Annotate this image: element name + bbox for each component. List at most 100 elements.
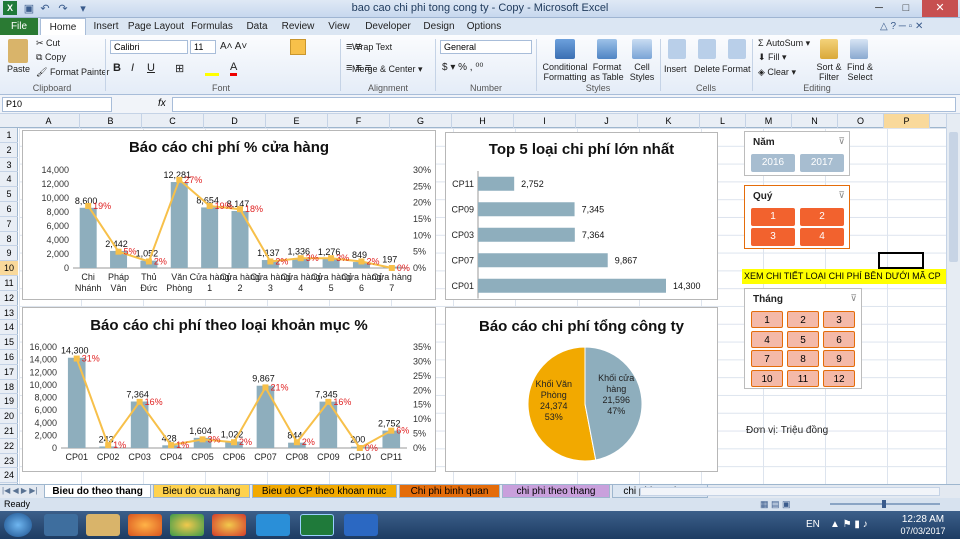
- tab-view[interactable]: View: [320, 18, 358, 35]
- zoom-thumb[interactable]: [882, 500, 886, 508]
- row-header[interactable]: 23: [0, 454, 18, 469]
- font-size-select[interactable]: 11: [190, 40, 216, 54]
- delete-cells-icon[interactable]: [698, 39, 716, 59]
- row-header[interactable]: 4: [0, 172, 18, 188]
- row-header[interactable]: 16: [0, 350, 18, 365]
- row-header[interactable]: 5: [0, 187, 18, 202]
- binoculars-icon[interactable]: [850, 39, 868, 59]
- close-button[interactable]: ✕: [922, 0, 958, 17]
- currency-icon[interactable]: $ ▾ % , ⁰⁰: [442, 62, 483, 73]
- row-header[interactable]: 18: [0, 380, 18, 395]
- cut-button[interactable]: ✂ Cut: [36, 38, 60, 49]
- row-header[interactable]: 19: [0, 394, 18, 410]
- slicer-month-item[interactable]: 1: [751, 311, 783, 328]
- chart-total-panel[interactable]: Báo cáo chi phí tổng công ty Khối Văn Phò…: [445, 307, 718, 472]
- format-cells-button[interactable]: Format: [722, 64, 751, 74]
- view-mode-icons[interactable]: ▦ ▤ ▣: [760, 499, 791, 510]
- excel-taskbar-icon[interactable]: [300, 514, 334, 536]
- column-header[interactable]: P: [884, 114, 930, 128]
- slicer-year-item[interactable]: 2017: [800, 154, 844, 172]
- insert-function-icon[interactable]: fx: [158, 98, 166, 109]
- skype-icon[interactable]: [256, 514, 290, 536]
- font-grow-icon[interactable]: A˄ A˅: [220, 41, 247, 52]
- cell-styles-button[interactable]: Cell Styles: [626, 62, 658, 82]
- active-cell[interactable]: [878, 252, 924, 269]
- row-header[interactable]: 24: [0, 468, 18, 484]
- row-header[interactable]: 22: [0, 439, 18, 454]
- row-header[interactable]: 11: [0, 276, 18, 291]
- chart-top5-panel[interactable]: Top 5 loại chi phí lớn nhất CP11 2,752 CP0…: [445, 132, 718, 300]
- chart-type-panel[interactable]: Báo cáo chi phí theo loại khoản mục % 16…: [22, 307, 436, 472]
- slicer-quarter-item[interactable]: 3: [751, 228, 795, 246]
- tab-formulas[interactable]: Formulas: [186, 18, 238, 35]
- slicer-month-item[interactable]: 9: [823, 350, 855, 367]
- horizontal-scrollbar[interactable]: [640, 487, 940, 496]
- slicer-month-item[interactable]: 8: [787, 350, 819, 367]
- row-header[interactable]: 7: [0, 217, 18, 232]
- column-header[interactable]: O: [838, 114, 884, 128]
- tab-home[interactable]: Home: [40, 18, 86, 35]
- row-header[interactable]: 20: [0, 409, 18, 424]
- row-header[interactable]: 15: [0, 335, 18, 350]
- tab-options[interactable]: Options: [462, 18, 506, 35]
- slicer-quarter-item[interactable]: 1: [751, 208, 795, 226]
- conditional-formatting-button[interactable]: Conditional Formatting: [540, 62, 590, 82]
- insert-cells-icon[interactable]: [668, 39, 686, 59]
- border-icon[interactable]: ⊞: [175, 62, 184, 75]
- tab-page-layout[interactable]: Page Layout: [126, 18, 186, 35]
- tray-icons[interactable]: ▲ ⚑ ▮ ♪: [830, 519, 868, 530]
- slicer-month-item[interactable]: 11: [787, 369, 819, 387]
- column-header[interactable]: M: [746, 114, 792, 128]
- sheet-tab[interactable]: Bieu do cua hang: [153, 485, 250, 498]
- tab-review[interactable]: Review: [276, 18, 320, 35]
- number-format-select[interactable]: General: [440, 40, 532, 54]
- chrome-icon-2[interactable]: [212, 514, 246, 536]
- format-table-icon[interactable]: [597, 39, 617, 59]
- insert-cells-button[interactable]: Insert: [664, 64, 687, 74]
- font-color-icon[interactable]: A: [230, 61, 238, 76]
- clear-button[interactable]: ◈ Clear ▾: [758, 67, 796, 78]
- help-icon[interactable]: △ ? ─ ▫ ✕: [880, 21, 923, 32]
- paste-icon[interactable]: [8, 39, 28, 63]
- underline-button[interactable]: U: [147, 62, 155, 74]
- format-painter-button[interactable]: 🖌 Format Painter: [36, 67, 109, 78]
- format-as-table-button[interactable]: Format as Table: [588, 62, 626, 82]
- row-header[interactable]: 3: [0, 158, 18, 173]
- clear-filter-icon[interactable]: ⊽: [850, 293, 857, 304]
- row-header[interactable]: 21: [0, 424, 18, 439]
- row-header[interactable]: 12: [0, 291, 18, 306]
- copy-button[interactable]: ⧉ Copy: [36, 52, 66, 63]
- find-select-button[interactable]: Find & Select: [844, 62, 876, 82]
- sort-filter-button[interactable]: Sort & Filter: [814, 62, 844, 82]
- row-header[interactable]: 9: [0, 246, 18, 262]
- column-header[interactable]: H: [452, 114, 514, 128]
- slicer-month-item[interactable]: 4: [751, 330, 783, 348]
- slicer-month-item[interactable]: 7: [751, 350, 783, 367]
- row-header[interactable]: 14: [0, 320, 18, 336]
- scrollbar-thumb[interactable]: [949, 132, 958, 262]
- tab-data[interactable]: Data: [238, 18, 276, 35]
- column-header[interactable]: E: [266, 114, 328, 128]
- tab-insert[interactable]: Insert: [86, 18, 126, 35]
- language-indicator[interactable]: EN: [806, 519, 820, 530]
- autosum-button[interactable]: Σ AutoSum ▾: [758, 38, 810, 49]
- row-header[interactable]: 17: [0, 365, 18, 380]
- slicer-month-item[interactable]: 5: [787, 330, 819, 348]
- column-header[interactable]: G: [390, 114, 452, 128]
- cell-styles-icon[interactable]: [632, 39, 652, 59]
- column-header[interactable]: I: [514, 114, 576, 128]
- slicer-quarter-item[interactable]: 4: [800, 228, 844, 246]
- media-player-icon[interactable]: [44, 514, 78, 536]
- delete-cells-button[interactable]: Delete: [694, 64, 720, 74]
- formula-input[interactable]: [172, 97, 956, 112]
- sheet-tab[interactable]: Bieu do theo thang: [44, 485, 152, 498]
- slicer-month[interactable]: Tháng ⊽ 1 2 3 4 5 6 7 8 9 10 11 12: [744, 288, 862, 389]
- tab-file[interactable]: File: [0, 18, 38, 35]
- slicer-month-item[interactable]: 3: [823, 311, 855, 328]
- firefox-icon[interactable]: [128, 514, 162, 536]
- font-name-select[interactable]: Calibri: [110, 40, 188, 54]
- column-header[interactable]: A: [18, 114, 80, 128]
- internet-explorer-icon[interactable]: [344, 514, 378, 536]
- row-header[interactable]: 2: [0, 143, 18, 158]
- sheet-tab[interactable]: Bieu do CP theo khoan muc: [251, 485, 397, 498]
